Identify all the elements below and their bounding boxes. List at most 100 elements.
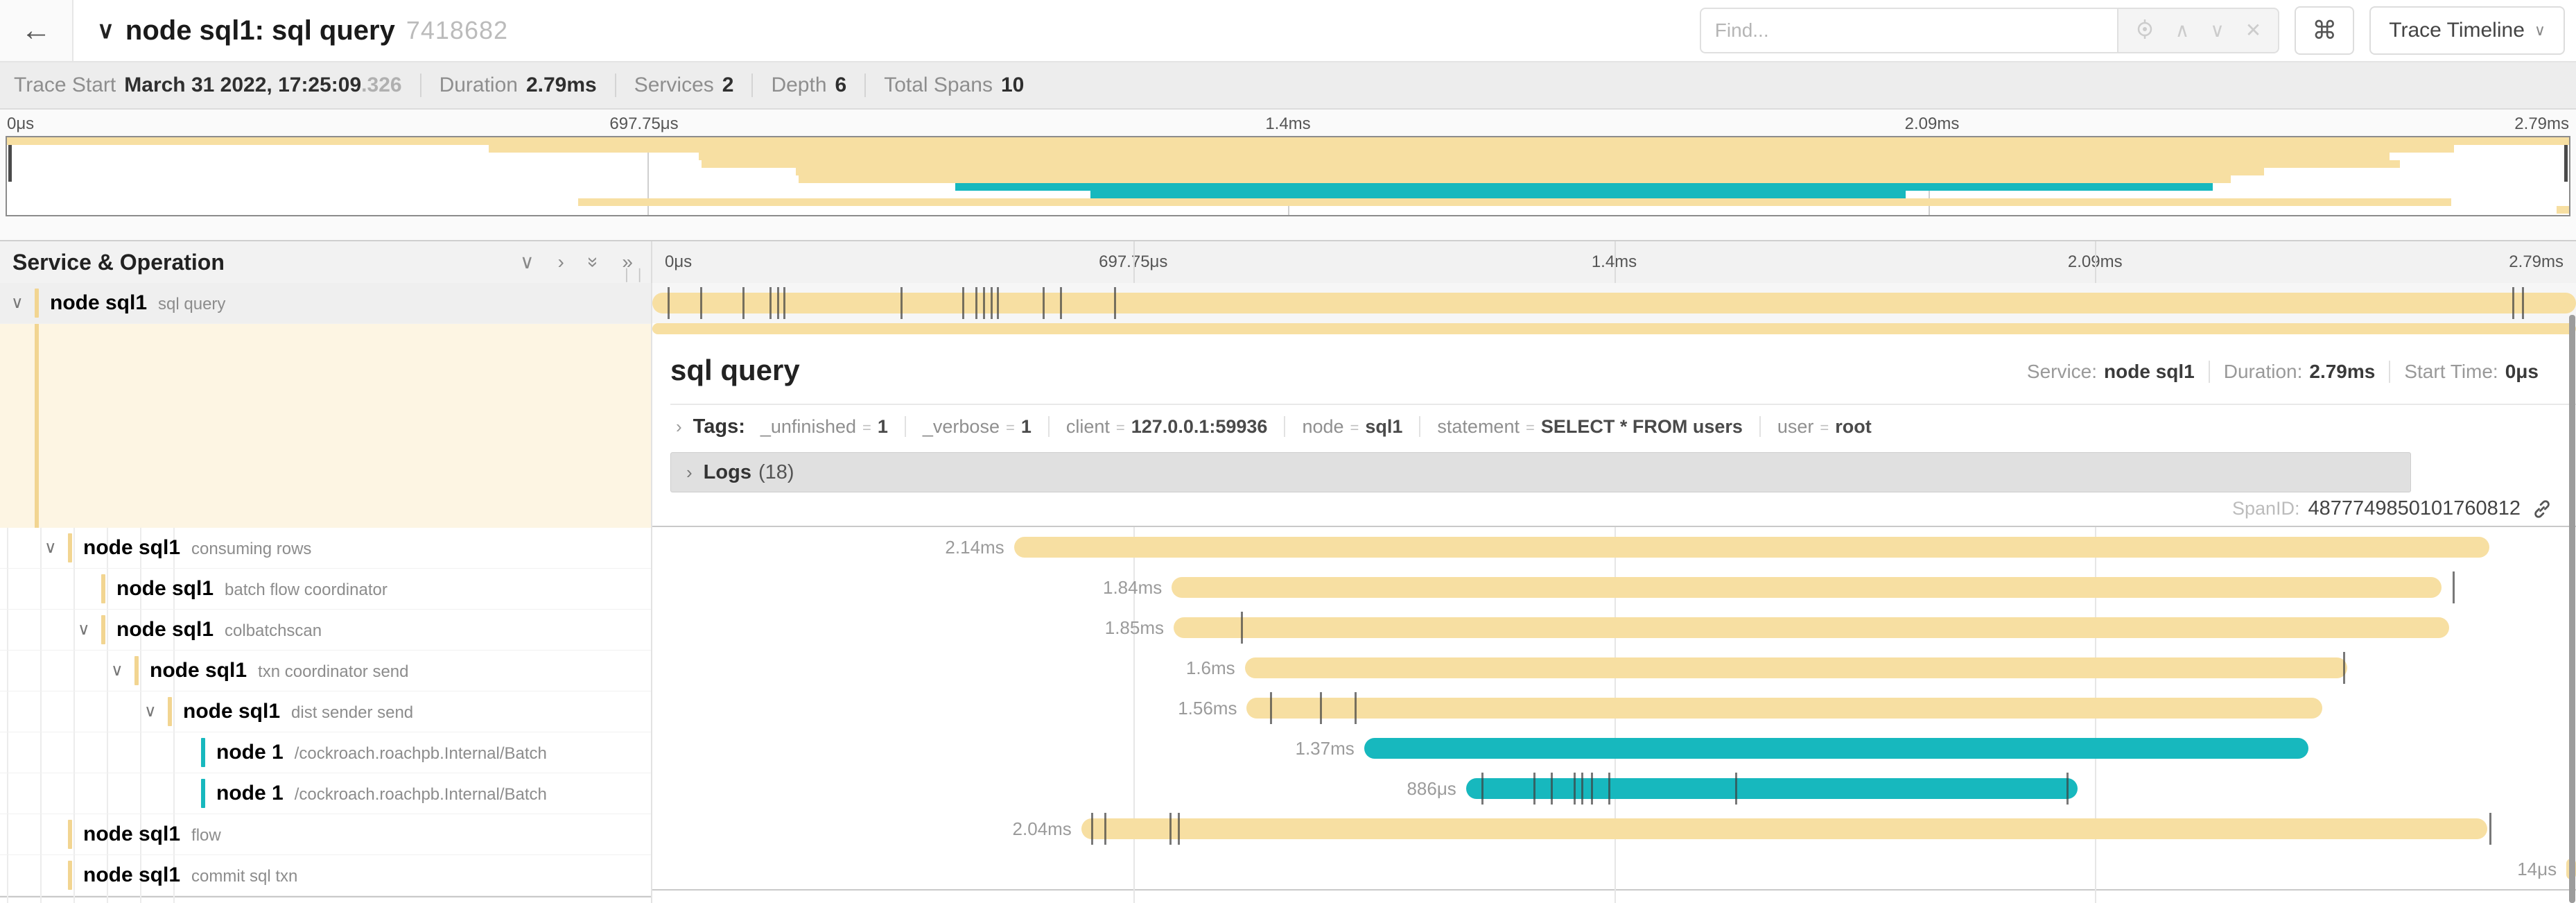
tree-row[interactable]: node sql1commit sql txn [0, 855, 651, 896]
span-bar-row[interactable]: 1.56ms [652, 688, 2576, 728]
log-tick [769, 287, 772, 319]
span-service-name: node sql1sql query [50, 291, 225, 315]
tag-item[interactable]: _unfinished=1 [760, 416, 888, 438]
span-operation-name: flow [191, 826, 221, 845]
list-bottom-border [0, 896, 651, 897]
log-tick [1591, 773, 1593, 805]
span-bar[interactable] [652, 293, 2576, 313]
tag-item[interactable]: statement=SELECT * FROM users [1437, 416, 1742, 438]
span-operation-name: colbatchscan [225, 621, 322, 640]
collapse-one-icon[interactable]: ∨ [520, 252, 534, 272]
span-bar-row[interactable]: 1.37ms [652, 728, 2576, 768]
clear-find-icon[interactable]: ✕ [2245, 21, 2261, 40]
log-tick [975, 287, 977, 319]
column-resize-handle[interactable]: ❘❘ [620, 266, 647, 283]
deep-link-icon[interactable] [2532, 499, 2552, 519]
tree-row[interactable]: ∨node sql1dist sender send [0, 691, 651, 732]
top-nav: ← ∨ node sql1: sql query 7418682 ∧ ∨ ✕ ⌘ [0, 0, 2576, 62]
minimap-canvas[interactable] [6, 136, 2570, 216]
next-match-icon[interactable]: ∨ [2210, 21, 2225, 40]
chevron-down-icon[interactable]: ∨ [144, 701, 157, 721]
expand-one-icon[interactable]: › [558, 252, 564, 272]
span-color-bar [134, 656, 139, 685]
span-bar[interactable] [1081, 818, 2488, 839]
tree-row[interactable]: ∨node sql1colbatchscan [0, 610, 651, 651]
collapse-all-icon[interactable]: » [584, 257, 603, 268]
span-tree-column: ∨ node sql1sql query ∨node sql1consuming … [0, 283, 652, 903]
tag-value: 127.0.0.1:59936 [1131, 416, 1268, 438]
span-bar-row[interactable]: 2.14ms [652, 527, 2576, 567]
trace-collapse-chevron-icon[interactable]: ∨ [97, 17, 114, 44]
vertical-scrollbar[interactable] [2568, 283, 2576, 903]
tree-row[interactable]: ∨node sql1consuming rows [0, 528, 651, 569]
selected-span-bar[interactable] [652, 323, 2576, 334]
match-locate-icon[interactable] [2135, 19, 2155, 42]
span-duration-label: 1.56ms [1178, 688, 1237, 728]
selected-span-bar-row [652, 323, 2576, 337]
tree-row[interactable]: node sql1batch flow coordinator [0, 569, 651, 610]
tree-row[interactable]: node sql1flow [0, 814, 651, 855]
trace-info-item: Duration2.79ms [420, 74, 615, 97]
span-bar-row[interactable]: 2.04ms [652, 809, 2576, 849]
tree-row[interactable]: node 1/cockroach.roachpb.Internal/Batch [0, 773, 651, 814]
span-bar[interactable] [1014, 537, 2489, 558]
span-bar-row[interactable]: 1.85ms [652, 608, 2576, 648]
tag-item[interactable]: client=127.0.0.1:59936 [1066, 416, 1268, 438]
span-bar[interactable] [1174, 617, 2449, 638]
span-color-bar [168, 697, 172, 726]
span-duration-label: 2.14ms [945, 527, 1004, 567]
log-tick [2522, 287, 2524, 319]
logs-title: Logs [704, 461, 751, 484]
timeline-minimap: 0μs697.75μs1.4ms2.09ms2.79ms [0, 110, 2576, 240]
log-tick [1533, 773, 1535, 805]
span-color-bar [35, 289, 39, 318]
log-tick [1091, 813, 1093, 845]
span-color-bar [35, 324, 39, 528]
chevron-down-icon[interactable]: ∨ [78, 619, 90, 639]
find-input[interactable] [1700, 8, 2117, 53]
trace-timeline-label: Trace Timeline [2389, 19, 2525, 42]
back-button[interactable]: ← [0, 0, 73, 61]
tag-item[interactable]: user=root [1777, 416, 1872, 438]
trace-timeline-dropdown[interactable]: Trace Timeline ∨ [2369, 6, 2565, 55]
span-bar[interactable] [1466, 778, 2078, 799]
tags-row[interactable]: › Tags: _unfinished=1_verbose=1client=12… [670, 406, 2576, 447]
span-bar-row[interactable]: 1.84ms [652, 567, 2576, 608]
logs-row[interactable]: › Logs (18) [670, 452, 2411, 492]
prev-match-icon[interactable]: ∧ [2175, 21, 2190, 40]
log-tick [2066, 773, 2069, 805]
trace-info-value: 10 [1001, 74, 1024, 97]
span-meta-item: Start Time:0μs [2389, 361, 2552, 383]
chevron-down-icon[interactable]: ∨ [11, 293, 24, 313]
chevron-down-icon[interactable]: ∨ [44, 538, 57, 558]
tree-row[interactable]: ∨node sql1txn coordinator send [0, 651, 651, 691]
span-bar-row[interactable]: 14μs [652, 849, 2576, 889]
ruler-gridline [2095, 241, 2096, 283]
keyboard-shortcuts-button[interactable]: ⌘ [2295, 6, 2354, 55]
span-bar[interactable] [1172, 577, 2442, 598]
tree-row[interactable]: ∨ node sql1sql query [0, 283, 651, 324]
equals-sign: = [1116, 419, 1125, 437]
span-service-name: node sql1batch flow coordinator [116, 577, 388, 601]
tag-item[interactable]: _verbose=1 [923, 416, 1032, 438]
span-bar[interactable] [1245, 657, 2347, 678]
tree-row[interactable]: node 1/cockroach.roachpb.Internal/Batch [0, 732, 651, 773]
span-service-name: node 1/cockroach.roachpb.Internal/Batch [216, 782, 547, 805]
chevron-down-icon[interactable]: ∨ [111, 660, 123, 680]
span-bar-row[interactable]: 886μs [652, 768, 2576, 809]
span-bar[interactable] [1364, 738, 2309, 759]
span-bar-row[interactable]: 1.6ms [652, 648, 2576, 688]
log-tick [983, 287, 985, 319]
tag-item[interactable]: node=sql1 [1302, 416, 1402, 438]
span-id-value: 4877749850101760812 [2308, 497, 2521, 520]
span-bar-row[interactable] [652, 283, 2576, 323]
scrollbar-thumb[interactable] [2569, 315, 2575, 903]
trace-info-label: Total Spans [884, 74, 993, 97]
divider [905, 416, 906, 437]
time-tick-label: 2.79ms [2514, 114, 2569, 134]
log-tick [700, 287, 702, 319]
chevron-down-icon: ∨ [2534, 22, 2545, 40]
log-tick [1581, 773, 1583, 805]
span-bar[interactable] [1246, 698, 2322, 719]
span-operation-name: batch flow coordinator [225, 580, 388, 599]
